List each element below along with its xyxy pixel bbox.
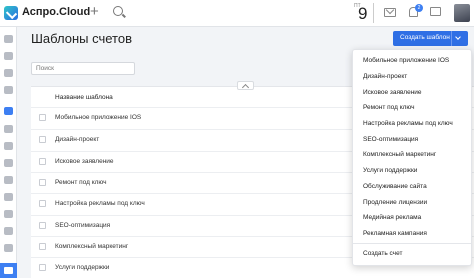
template-name[interactable]: Исковое заявление (55, 158, 114, 165)
sidebar-megaphone-icon[interactable] (4, 35, 13, 43)
row-checkbox[interactable] (39, 243, 46, 250)
row-checkbox[interactable] (39, 136, 46, 143)
menu-item[interactable]: Настройка рекламы под ключ (363, 120, 453, 127)
sidebar-help-icon[interactable] (4, 244, 13, 252)
sidebar-warehouse-icon[interactable] (4, 193, 13, 201)
row-checkbox[interactable] (39, 222, 46, 229)
sidebar-chat-icon[interactable] (0, 263, 17, 278)
menu-item[interactable]: Услуги поддержки (363, 167, 417, 174)
sidebar-finance-icon[interactable] (4, 107, 13, 115)
create-template-button[interactable]: Создать шаблон (393, 31, 468, 46)
template-name[interactable]: Мобильное приложение IOS (55, 114, 141, 121)
menu-item[interactable]: Продление лицензии (363, 199, 427, 206)
template-name[interactable]: SEO-оптимизация (55, 222, 110, 229)
search-input[interactable] (31, 62, 135, 75)
app-window: Аспро.Cloud + ПТ 9 2 Шаблоны счетов Созд… (0, 0, 474, 278)
create-template-dropdown: Мобильное приложение IOS Дизайн-проект И… (352, 49, 472, 266)
brand-name[interactable]: Аспро.Cloud (22, 6, 90, 18)
mail-icon[interactable] (384, 8, 396, 17)
sidebar-calendar-icon[interactable] (4, 86, 13, 94)
sidebar-tasks-icon[interactable] (4, 69, 13, 77)
sidebar (0, 27, 17, 278)
menu-item[interactable]: Дизайн-проект (363, 73, 407, 80)
button-divider (451, 31, 452, 46)
menu-item[interactable]: SEO-оптимизация (363, 136, 418, 143)
menu-item[interactable]: Исковое заявление (363, 89, 422, 96)
template-name[interactable]: Комплексный маркетинг (55, 243, 128, 250)
menu-item[interactable]: Ремонт под ключ (363, 104, 415, 111)
create-invoice-menu-item[interactable]: Создать счет (363, 250, 402, 257)
menu-item[interactable]: Рекламная кампания (363, 230, 427, 237)
menu-item[interactable]: Комплексный маркетинг (363, 151, 436, 158)
chevron-down-icon[interactable] (455, 34, 461, 40)
column-header-name[interactable]: Название шаблона (55, 94, 113, 101)
template-name[interactable]: Настройка рекламы под ключ (55, 200, 145, 207)
sidebar-analytics-icon[interactable] (4, 210, 13, 218)
sidebar-team-icon[interactable] (4, 176, 13, 184)
template-name[interactable]: Дизайн-проект (55, 136, 99, 143)
template-name[interactable]: Ремонт под ключ (55, 179, 107, 186)
sidebar-projects-icon[interactable] (4, 125, 13, 133)
divider (373, 3, 374, 23)
chat-icon[interactable] (430, 7, 441, 16)
row-checkbox[interactable] (39, 179, 46, 186)
row-checkbox[interactable] (39, 114, 46, 121)
page-title: Шаблоны счетов (31, 31, 132, 46)
template-name[interactable]: Услуги поддержки (55, 264, 109, 271)
menu-divider (353, 243, 471, 244)
top-bar: Аспро.Cloud + ПТ 9 2 (0, 0, 474, 27)
date-day-number[interactable]: 9 (358, 5, 367, 22)
menu-item[interactable]: Мобильное приложение IOS (363, 57, 449, 64)
sidebar-reports-icon[interactable] (4, 159, 13, 167)
sidebar-documents-icon[interactable] (4, 142, 13, 150)
create-template-label: Создать шаблон (400, 34, 450, 41)
sidebar-crm-icon[interactable] (4, 52, 13, 60)
avatar[interactable] (454, 4, 470, 22)
notification-badge: 2 (415, 4, 423, 12)
sidebar-settings-icon[interactable] (4, 227, 13, 235)
plus-icon[interactable]: + (90, 3, 99, 20)
menu-item[interactable]: Обслуживание сайта (363, 183, 427, 190)
menu-item[interactable]: Медийная реклама (363, 214, 421, 221)
aspro-logo-icon[interactable] (4, 6, 18, 20)
collapse-chevron-up-icon[interactable] (237, 81, 254, 90)
row-checkbox[interactable] (39, 158, 46, 165)
row-checkbox[interactable] (39, 200, 46, 207)
search-icon[interactable] (113, 6, 123, 16)
row-checkbox[interactable] (39, 264, 46, 271)
